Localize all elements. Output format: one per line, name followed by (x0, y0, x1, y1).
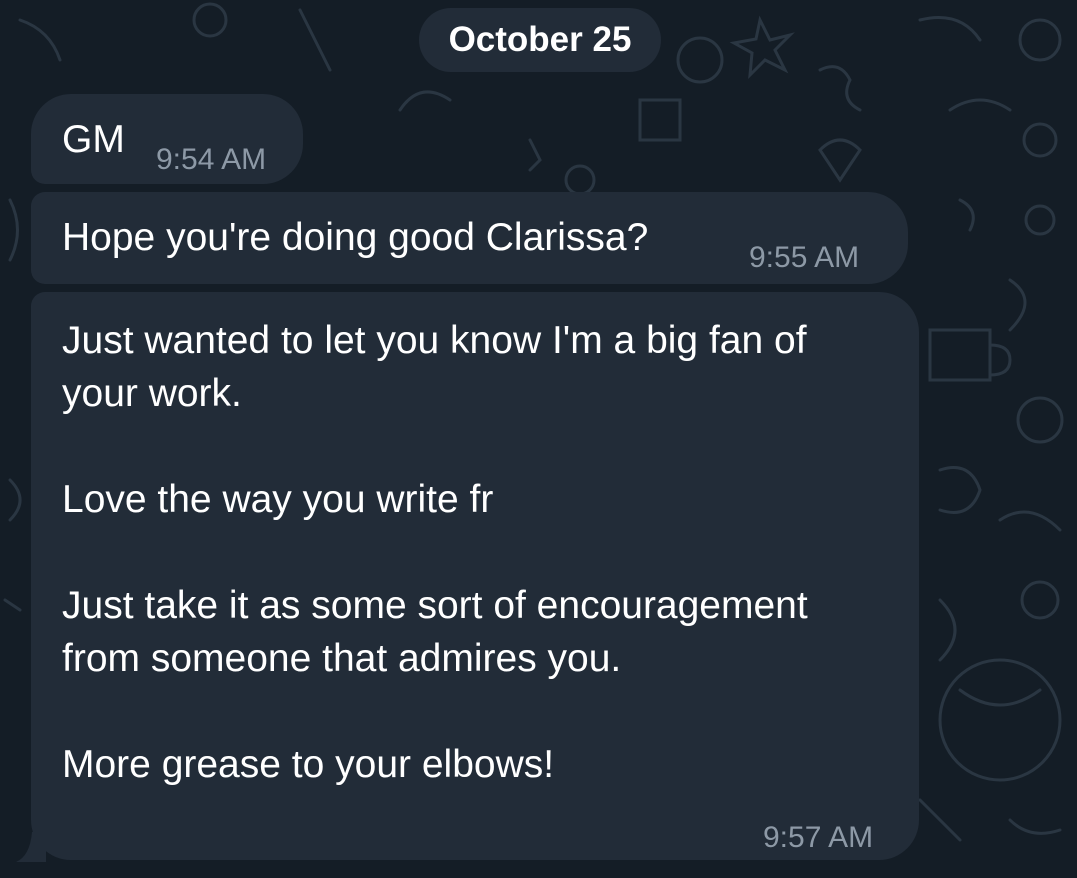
chat-window: October 25 GM 9:54 AM Hope you're doing … (0, 0, 1077, 878)
message-timestamp: 9:54 AM (156, 143, 267, 176)
bubble-tail (16, 832, 46, 862)
message-bubble[interactable]: GM 9:54 AM (31, 94, 303, 184)
message-text: Hope you're doing good Clarissa? (62, 216, 649, 259)
date-separator: October 25 (419, 8, 661, 72)
message-text: Just wanted to let you know I'm a big fa… (62, 319, 808, 786)
message-timestamp: 9:55 AM (749, 241, 860, 274)
message-bubble[interactable]: Hope you're doing good Clarissa? 9:55 AM (31, 192, 908, 284)
message-timestamp: 9:57 AM (763, 821, 874, 854)
message-bubble[interactable]: Just wanted to let you know I'm a big fa… (31, 292, 919, 860)
message-text: GM (62, 118, 125, 161)
